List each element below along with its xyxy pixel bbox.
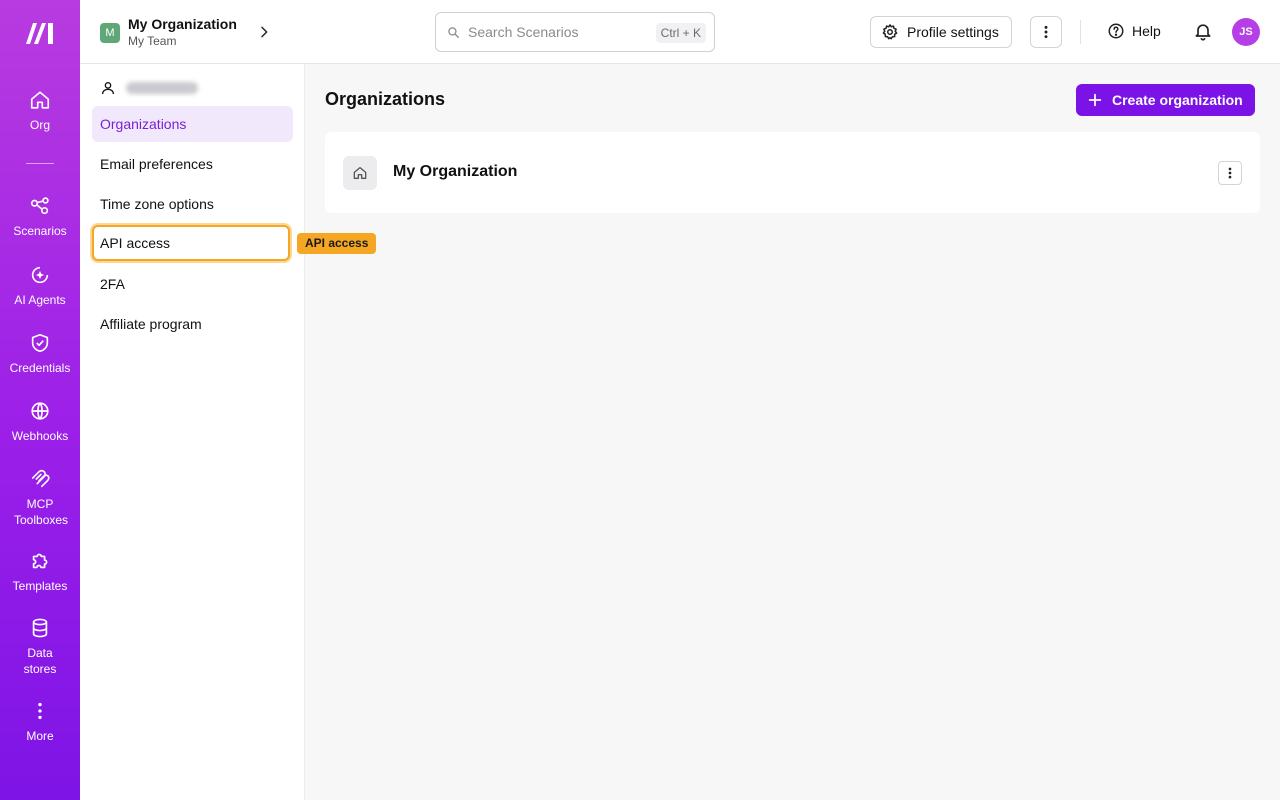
rail-item-templates[interactable]: Templates <box>0 550 80 594</box>
rail-item-scenarios[interactable]: Scenarios <box>0 195 80 239</box>
search-icon <box>448 27 460 39</box>
rail-item-data-stores[interactable]: Data stores <box>0 617 80 677</box>
plus-icon <box>1088 93 1102 107</box>
rail-item-label: Org <box>29 118 50 132</box>
more-vertical-icon <box>1044 25 1048 39</box>
user-avatar[interactable]: JS <box>1232 18 1260 46</box>
search-box[interactable]: Ctrl + K <box>435 12 715 52</box>
settings-sidebar: Organizations Email preferences Time zon… <box>80 64 305 800</box>
organization-card[interactable]: My Organization <box>325 132 1260 213</box>
sidebar-item-organizations[interactable]: Organizations <box>92 106 293 142</box>
rail-divider <box>26 163 54 164</box>
profile-settings-label: Profile settings <box>907 24 999 40</box>
organization-name[interactable]: My Organization <box>393 163 517 181</box>
organization-more-button[interactable] <box>1218 161 1242 185</box>
help-button[interactable]: Help <box>1107 22 1161 40</box>
page-title: Organizations <box>325 89 446 109</box>
rail-item-webhooks[interactable]: Webhooks <box>0 400 80 444</box>
database-icon <box>32 618 48 638</box>
organization-switcher[interactable]: M My Organization My Team <box>100 14 268 50</box>
rail-item-label: Templates <box>12 579 68 593</box>
sidebar-item-affiliate-program[interactable]: Affiliate program <box>92 306 293 342</box>
chevron-right-icon <box>261 26 268 38</box>
more-vertical-icon <box>38 702 42 720</box>
puzzle-icon <box>32 553 48 569</box>
top-bar: M My Organization My Team Ctrl + K Profi… <box>80 0 1280 64</box>
share-nodes-icon <box>30 197 49 215</box>
rail-item-label: Credentials <box>9 361 71 375</box>
bell-icon[interactable] <box>1193 21 1213 41</box>
home-icon <box>353 167 367 179</box>
create-organization-button[interactable]: Create organization <box>1076 84 1255 116</box>
profile-settings-button[interactable]: Profile settings <box>870 16 1012 48</box>
home-icon <box>30 91 50 109</box>
mcp-icon <box>31 469 50 488</box>
more-vertical-icon <box>1228 167 1232 179</box>
organization-card-icon <box>343 156 377 190</box>
rail-item-more[interactable]: More <box>0 700 80 744</box>
rail-item-label: Data stores <box>23 646 57 676</box>
rail-item-credentials[interactable]: Credentials <box>0 332 80 376</box>
rail-item-mcp-toolboxes[interactable]: MCP Toolboxes <box>0 468 80 528</box>
sidebar-item-2fa[interactable]: 2FA <box>92 266 293 302</box>
search-input[interactable] <box>468 22 648 42</box>
question-circle-icon <box>1108 23 1124 39</box>
rail-item-label: Webhooks <box>11 429 69 443</box>
user-row <box>100 80 198 96</box>
rail-item-label: More <box>26 729 54 743</box>
globe-icon <box>31 402 49 420</box>
rail-item-label: MCP Toolboxes <box>14 497 69 527</box>
app-rail: Org Scenarios AI Agents Credentials Webh… <box>0 0 80 800</box>
search-shortcut-hint: Ctrl + K <box>655 23 706 43</box>
header-more-button[interactable] <box>1030 16 1062 48</box>
sidebar-item-api-access[interactable]: API access <box>92 225 290 261</box>
api-access-tooltip: API access <box>297 233 377 254</box>
user-icon <box>102 82 114 95</box>
help-label: Help <box>1132 23 1161 39</box>
blurred-user-name <box>126 82 198 94</box>
make-logo-icon[interactable] <box>24 20 56 46</box>
shield-check-icon <box>31 333 49 353</box>
org-name: My Organization <box>128 16 237 32</box>
rail-item-ai-agents[interactable]: AI Agents <box>0 264 80 308</box>
org-badge: M <box>100 23 120 43</box>
gear-icon <box>882 24 898 40</box>
rail-item-label: AI Agents <box>14 293 66 307</box>
header-divider <box>1080 20 1081 44</box>
rail-item-org[interactable]: Org <box>0 89 80 133</box>
sidebar-item-email-preferences[interactable]: Email preferences <box>92 146 293 182</box>
ai-agent-icon <box>31 266 49 284</box>
team-name: My Team <box>128 34 177 48</box>
rail-item-label: Scenarios <box>13 224 67 238</box>
sidebar-item-time-zone-options[interactable]: Time zone options <box>92 186 293 222</box>
create-organization-label: Create organization <box>1112 92 1243 108</box>
